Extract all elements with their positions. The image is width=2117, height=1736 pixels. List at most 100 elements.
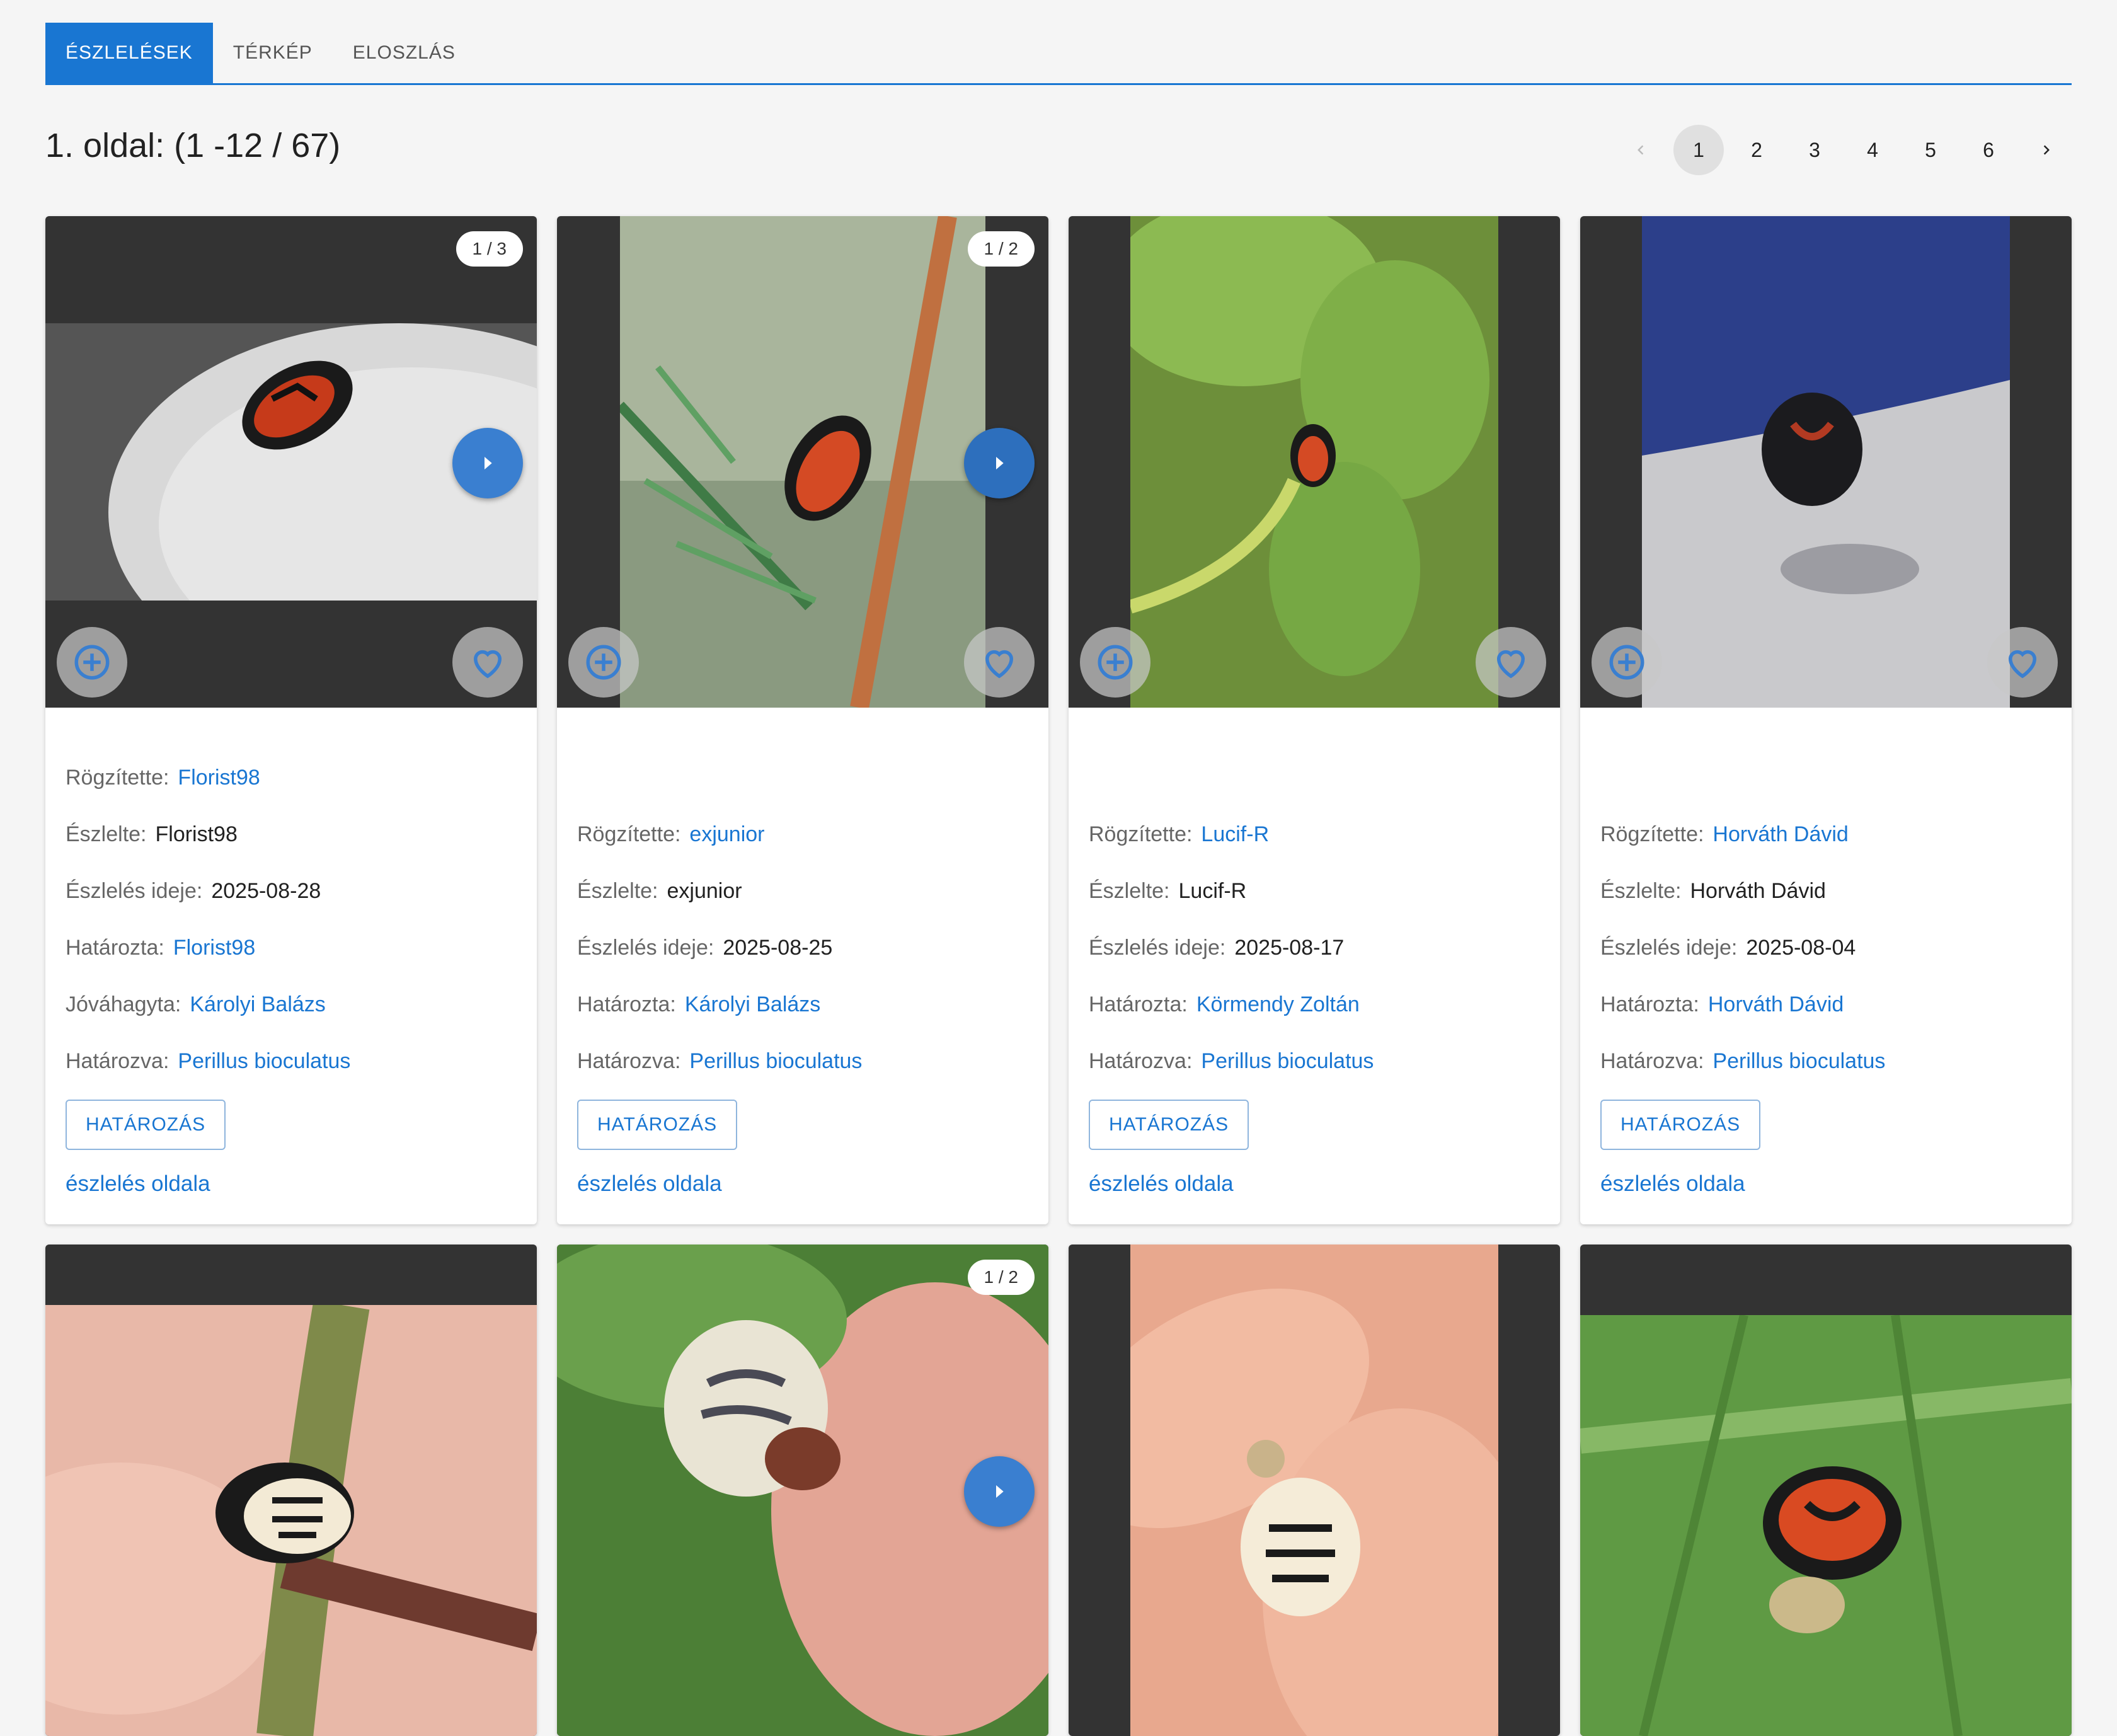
observed-date-label: Észlelés ideje: — [577, 935, 714, 960]
observation-photo[interactable] — [616, 216, 985, 708]
recorded-by-link[interactable]: exjunior — [689, 822, 764, 847]
photo-carousel — [1069, 216, 1560, 708]
photo-carousel: 1 / 2 — [557, 216, 1048, 708]
identify-button[interactable]: HATÁROZÁS — [1600, 1100, 1761, 1150]
approved-by-label: Jóváhagyta: — [66, 992, 181, 1016]
observation-photo[interactable] — [1642, 216, 2010, 708]
observed-date-value: 2025-08-28 — [211, 878, 321, 903]
species-link[interactable]: Perillus bioculatus — [178, 1049, 350, 1074]
observed-by-label: Észlelte: — [1600, 878, 1682, 903]
observation-photo[interactable] — [1105, 216, 1498, 708]
observation-card — [45, 1245, 537, 1736]
observation-card: 1 / 3 Rögzítette: Florist98 Észlelte: Flor… — [45, 216, 537, 1224]
plus-circle-icon — [74, 645, 110, 680]
photo-carousel — [45, 1245, 537, 1736]
observed-by-value: Horváth Dávid — [1690, 878, 1826, 903]
favorite-button[interactable] — [1476, 627, 1546, 698]
next-photo-button[interactable] — [452, 428, 523, 498]
identified-by-link[interactable]: Horváth Dávid — [1708, 992, 1844, 1017]
zoom-in-button[interactable] — [57, 627, 127, 698]
identified-by-link[interactable]: Károlyi Balázs — [685, 992, 820, 1017]
page-button[interactable]: 4 — [1847, 125, 1898, 175]
page-button[interactable]: 1 — [1673, 125, 1724, 175]
identified-by-link[interactable]: Florist98 — [173, 936, 255, 960]
observation-page-link[interactable]: észlelés oldala — [66, 1171, 517, 1197]
play-arrow-icon — [996, 1485, 1004, 1498]
heart-icon — [473, 650, 502, 679]
recorded-by-label: Rögzítette: — [1600, 822, 1704, 846]
observation-photo[interactable] — [1069, 1245, 1540, 1736]
observation-photo[interactable] — [1580, 1314, 2072, 1736]
favorite-button[interactable] — [452, 627, 523, 698]
observation-page-link[interactable]: észlelés oldala — [1600, 1171, 2051, 1197]
recorded-by-link[interactable]: Lucif-R — [1201, 822, 1269, 847]
photo-carousel — [1580, 1245, 2072, 1736]
observed-date-value: 2025-08-25 — [723, 935, 833, 960]
chevron-right-icon[interactable] — [2021, 125, 2072, 175]
species-link[interactable]: Perillus bioculatus — [689, 1049, 862, 1074]
favorite-button[interactable] — [964, 627, 1035, 698]
heart-icon — [1496, 650, 1525, 679]
tab-map[interactable]: TÉRKÉP — [213, 23, 333, 83]
observation-grid: 1 / 3 Rögzítette: Florist98 Észlelte: Flor… — [45, 216, 2072, 1736]
observation-card — [1580, 1245, 2072, 1736]
observation-details: Rögzítette: Lucif-R Észlelte: Lucif-R Észl… — [1069, 708, 1560, 1224]
recorded-by-label: Rögzítette: — [1089, 822, 1193, 846]
observed-date-label: Észlelés ideje: — [1600, 935, 1738, 960]
observed-date-label: Észlelés ideje: — [1089, 935, 1226, 960]
plus-circle-icon — [1098, 645, 1133, 680]
zoom-in-button[interactable] — [568, 627, 639, 698]
identified-as-label: Határozva: — [577, 1049, 681, 1073]
zoom-in-button[interactable] — [1080, 627, 1150, 698]
identified-by-link[interactable]: Körmendy Zoltán — [1196, 992, 1360, 1017]
identified-as-label: Határozva: — [66, 1049, 169, 1073]
photo-carousel — [1069, 1245, 1560, 1736]
photo-carousel — [1580, 216, 2072, 708]
identified-by-label: Határozta: — [577, 992, 676, 1016]
observation-details: Rögzítette: Florist98 Észlelte: Florist98 … — [45, 708, 537, 1224]
recorded-by-link[interactable]: Horváth Dávid — [1713, 822, 1848, 847]
page-button[interactable]: 6 — [1963, 125, 2014, 175]
chevron-left-icon[interactable] — [1615, 125, 1666, 175]
plus-circle-icon — [1609, 645, 1644, 680]
observation-card: Rögzítette: Horváth Dávid Észlelte: Horvát… — [1580, 216, 2072, 1224]
observation-page-link[interactable]: észlelés oldala — [577, 1171, 1028, 1197]
observation-photo[interactable] — [45, 1300, 537, 1736]
observation-page-link[interactable]: észlelés oldala — [1089, 1171, 1540, 1197]
identify-button[interactable]: HATÁROZÁS — [577, 1100, 738, 1150]
play-arrow-icon — [996, 457, 1004, 469]
identify-button[interactable]: HATÁROZÁS — [66, 1100, 226, 1150]
next-photo-button[interactable] — [964, 1456, 1035, 1527]
identified-by-label: Határozta: — [1089, 992, 1188, 1016]
next-photo-button[interactable] — [964, 428, 1035, 498]
recorded-by-label: Rögzítette: — [66, 765, 169, 790]
approved-by-link[interactable]: Károlyi Balázs — [190, 992, 325, 1017]
identify-button[interactable]: HATÁROZÁS — [1089, 1100, 1249, 1150]
page-button[interactable]: 2 — [1731, 125, 1782, 175]
observed-date-label: Észlelés ideje: — [66, 878, 203, 903]
observation-details: Rögzítette: Horváth Dávid Észlelte: Horvát… — [1580, 708, 2072, 1224]
page-button[interactable]: 5 — [1905, 125, 1956, 175]
species-link[interactable]: Perillus bioculatus — [1201, 1049, 1374, 1074]
recorded-by-label: Rögzítette: — [577, 822, 681, 846]
observation-details: Rögzítette: exjunior Észlelte: exjunior És… — [557, 708, 1048, 1224]
identified-by-label: Határozta: — [1600, 992, 1699, 1016]
observed-by-label: Észlelte: — [66, 822, 147, 846]
pagination: 1 2 3 4 5 6 — [1608, 125, 2072, 175]
zoom-in-button[interactable] — [1592, 627, 1662, 698]
observation-card — [1069, 1245, 1560, 1736]
observed-date-value: 2025-08-17 — [1234, 935, 1345, 960]
plus-circle-icon — [586, 645, 621, 680]
observed-by-value: exjunior — [667, 878, 742, 903]
observation-card: 1 / 2 Rögzítette: exjunior Észlelte: exjun… — [557, 216, 1048, 1224]
heart-icon — [985, 650, 1014, 679]
tab-distribution[interactable]: ELOSZLÁS — [333, 23, 476, 83]
page-button[interactable]: 3 — [1789, 125, 1840, 175]
identified-by-label: Határozta: — [66, 935, 164, 960]
photo-count-badge: 1 / 2 — [967, 1260, 1035, 1295]
favorite-button[interactable] — [1987, 627, 2058, 698]
recorded-by-link[interactable]: Florist98 — [178, 766, 260, 790]
page-title: 1. oldal: (1 -12 / 67) — [45, 127, 341, 164]
tab-observations[interactable]: ÉSZLELÉSEK — [45, 23, 213, 83]
species-link[interactable]: Perillus bioculatus — [1713, 1049, 1885, 1074]
